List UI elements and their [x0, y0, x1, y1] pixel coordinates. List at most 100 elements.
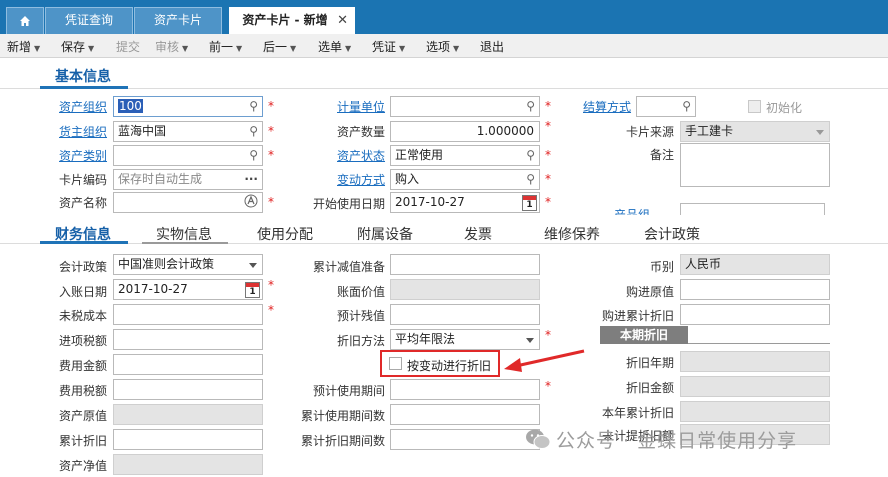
select-button[interactable]: 选单 ▼: [318, 38, 351, 55]
year-dep-label: 本年累计折旧: [602, 406, 675, 420]
close-icon[interactable]: ✕: [337, 8, 348, 33]
purchase-orig-field[interactable]: [680, 279, 830, 300]
dep-method-value: 平均年限法: [395, 332, 456, 346]
divider: [0, 88, 888, 89]
new-button[interactable]: 新增 ▼: [7, 38, 40, 55]
card-code-field[interactable]: 保存时自动生成 ···: [113, 169, 263, 190]
voucher-button[interactable]: 凭证 ▼: [372, 38, 405, 55]
owner-org-label[interactable]: 货主组织: [59, 123, 107, 140]
exit-button[interactable]: 退出: [480, 38, 504, 55]
settle-method-field[interactable]: ⚲: [636, 96, 696, 117]
search-icon[interactable]: ⚲: [249, 97, 258, 116]
caret-down-icon: ▼: [345, 44, 352, 53]
asset-status-label[interactable]: 资产状态: [337, 147, 385, 164]
submit-button[interactable]: 提交: [116, 38, 140, 55]
asset-org-value: 100: [118, 99, 143, 113]
next-button[interactable]: 后一 ▼: [263, 38, 296, 55]
dep-periods-field[interactable]: [390, 429, 540, 450]
asset-category-field[interactable]: ⚲: [113, 145, 263, 166]
acc-dep-field[interactable]: [113, 429, 263, 450]
search-icon[interactable]: ⚲: [249, 146, 258, 165]
audit-label: 审核: [155, 40, 180, 54]
tab-invoice[interactable]: 发票: [464, 224, 492, 244]
caret-down-icon: ▼: [34, 44, 41, 53]
expense-tax-field[interactable]: [113, 379, 263, 400]
audit-button[interactable]: 审核 ▼: [155, 38, 188, 55]
qty-field[interactable]: 1.000000: [390, 121, 540, 142]
tab-accounting-policy[interactable]: 会计政策: [644, 224, 700, 244]
search-icon[interactable]: ⚲: [526, 170, 535, 189]
dep-by-change-checkbox[interactable]: [389, 357, 402, 370]
untaxed-cost-field[interactable]: [113, 304, 263, 325]
save-label: 保存: [61, 40, 86, 54]
required-mark: *: [268, 303, 274, 317]
asset-status-value: 正常使用: [395, 148, 444, 162]
asset-org-label[interactable]: 资产组织: [59, 98, 107, 115]
tab-physical-info[interactable]: 实物信息: [156, 224, 212, 244]
start-date-label: 开始使用日期: [313, 197, 386, 211]
required-mark: *: [268, 148, 274, 162]
asset-name-field[interactable]: [113, 192, 263, 213]
asset-status-field[interactable]: 正常使用 ⚲: [390, 145, 540, 166]
asset-org-field[interactable]: 100 ⚲: [113, 96, 263, 117]
acc-dep-label: 累计折旧: [59, 434, 108, 448]
owner-org-value: 蓝海中国: [118, 124, 167, 138]
tab-label: 资产卡片 - 新增: [242, 13, 328, 27]
purchase-dep-field[interactable]: [680, 304, 830, 325]
asset-category-label[interactable]: 资产类别: [59, 147, 107, 164]
settle-method-label[interactable]: 结算方式: [583, 98, 631, 115]
calendar-icon[interactable]: 1: [522, 195, 537, 211]
qty-value: 1.000000: [476, 124, 534, 138]
search-icon[interactable]: ⚲: [526, 97, 535, 116]
product-group-field[interactable]: [680, 203, 825, 215]
prev-label: 前一: [209, 40, 234, 54]
input-tax-field[interactable]: [113, 329, 263, 350]
search-icon[interactable]: ⚲: [249, 122, 258, 141]
search-icon[interactable]: ⚲: [526, 146, 535, 165]
dep-year-field: [680, 351, 830, 372]
product-group-label[interactable]: 产品组: [614, 206, 650, 215]
start-date-field[interactable]: 2017-10-27 1: [390, 192, 540, 213]
more-icon[interactable]: ···: [244, 170, 258, 189]
tab-asset-card-new[interactable]: 资产卡片 - 新增 ✕: [229, 7, 355, 34]
change-method-label[interactable]: 变动方式: [337, 171, 385, 188]
input-tax-label: 进项税额: [59, 334, 108, 348]
options-button[interactable]: 选项 ▼: [426, 38, 459, 55]
tab-maintenance[interactable]: 维修保养: [544, 224, 600, 244]
remark-label: 备注: [650, 148, 675, 162]
init-label: 初始化: [766, 101, 803, 115]
used-periods-field[interactable]: [390, 404, 540, 425]
start-date-value: 2017-10-27: [395, 195, 465, 209]
save-button[interactable]: 保存 ▼: [61, 38, 94, 55]
entry-date-field[interactable]: 2017-10-27 1: [113, 279, 263, 300]
remark-field[interactable]: [680, 143, 830, 187]
caret-down-icon: ▼: [182, 44, 189, 53]
tab-asset-card[interactable]: 资产卡片: [134, 7, 222, 34]
unit-field[interactable]: ⚲: [390, 96, 540, 117]
expense-field[interactable]: [113, 354, 263, 375]
impair-field[interactable]: [390, 254, 540, 275]
unit-label[interactable]: 计量单位: [337, 98, 385, 115]
calendar-icon[interactable]: 1: [245, 282, 260, 298]
annotation-arrow: [504, 349, 585, 372]
tab-home[interactable]: [6, 7, 44, 34]
tab-attached-equipment[interactable]: 附属设备: [357, 224, 413, 244]
prev-button[interactable]: 前一 ▼: [209, 38, 242, 55]
tab-voucher-query[interactable]: 凭证查询: [45, 7, 133, 34]
search-icon[interactable]: ⚲: [682, 97, 691, 116]
tab-usage-allocation[interactable]: 使用分配: [257, 224, 313, 244]
owner-org-field[interactable]: 蓝海中国 ⚲: [113, 121, 263, 142]
multilang-icon[interactable]: [244, 194, 258, 212]
home-icon: [19, 16, 31, 30]
current-dep-header: 本期折旧: [600, 326, 688, 344]
life-field[interactable]: [390, 379, 540, 400]
change-method-field[interactable]: 购入 ⚲: [390, 169, 540, 190]
policy-select[interactable]: 中国准则会计政策: [113, 254, 263, 275]
init-checkbox[interactable]: [748, 100, 761, 113]
basic-info-title: 基本信息: [55, 69, 111, 85]
required-mark: *: [545, 379, 551, 393]
entry-date-label: 入账日期: [59, 285, 108, 299]
required-mark: *: [545, 172, 551, 186]
residual-field[interactable]: [390, 304, 540, 325]
card-source-field[interactable]: 手工建卡: [680, 121, 830, 142]
